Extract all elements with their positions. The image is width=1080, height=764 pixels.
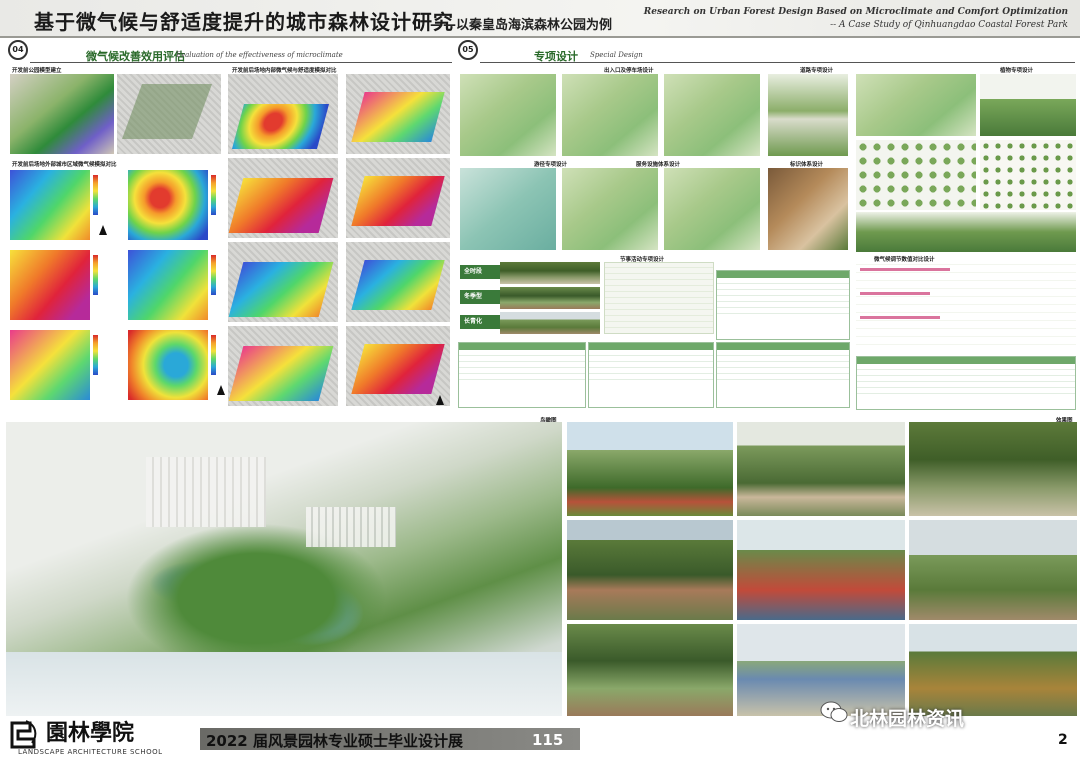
event-photo-3 <box>500 312 600 334</box>
caption-road: 道路专项设计 <box>800 68 834 74</box>
heatmap-outside-4 <box>128 250 208 320</box>
caption-signage: 标识体系设计 <box>790 162 824 168</box>
caption-scheme-compare: 开发前后场地内部微气候与舒适度模拟对比 <box>232 68 337 74</box>
north-arrow-icon <box>217 385 225 395</box>
page-number: 115 <box>532 731 564 749</box>
section-04-en-title: Evaluation of the effectiveness of micro… <box>176 51 343 59</box>
heatmap-outside-6 <box>128 330 208 400</box>
panel-inner-map-4 <box>228 326 338 406</box>
band-winter: 冬季型 <box>460 290 500 304</box>
panel-park-model-before <box>10 74 114 154</box>
poster-subtitle: ——以秦皇岛海滨森林公园为例 <box>430 18 613 33</box>
plan-entrance-1 <box>460 74 556 156</box>
planting-section <box>980 74 1076 136</box>
band-evergreen: 长青化 <box>460 315 500 329</box>
effect-photo-picnic <box>909 624 1077 716</box>
wechat-icon <box>820 701 848 722</box>
effect-photo-forest-path <box>909 422 1077 516</box>
microclimate-formula-panel <box>856 262 1076 352</box>
section-05-divider <box>480 62 1075 63</box>
panel-park-model-after <box>117 74 221 154</box>
english-title: Research on Urban Forest Design Based on… <box>643 7 1068 17</box>
heatmap-outside-3 <box>10 250 90 320</box>
school-english-name: LANDSCAPE ARCHITECTURE SCHOOL <box>18 748 163 756</box>
wechat-account-name: 北林园林资讯 <box>850 708 965 730</box>
event-photo-2 <box>500 287 600 309</box>
north-arrow-icon <box>436 395 444 405</box>
effect-photo-woodland <box>567 624 733 716</box>
plan-facility <box>562 168 658 250</box>
section-04-divider <box>30 62 452 63</box>
event-schedule-table <box>604 262 714 334</box>
panel-inner-map-6 <box>346 158 450 238</box>
section-04-number: 04 <box>8 40 28 60</box>
caption-outside-compare: 开发前后场地外部城市区域微气候模拟对比 <box>12 162 117 168</box>
north-arrow-icon <box>99 225 107 235</box>
plan-service <box>664 168 760 250</box>
panel-inner-map-8 <box>346 326 450 406</box>
panel-inner-map-2 <box>228 158 338 238</box>
corner-number: 2 <box>1058 732 1068 748</box>
signage-samples <box>768 168 848 250</box>
panel-inner-map-7 <box>346 242 450 322</box>
caption-entrance: 出入口及停车场设计 <box>604 68 654 74</box>
caption-route: 游径专项设计 <box>534 162 568 168</box>
effect-photo-lawn <box>737 422 905 516</box>
poster-header: 基于微气候与舒适度提升的城市森林设计研究 ——以秦皇岛海滨森林公园为例 Rese… <box>0 0 1080 38</box>
road-section-drawings <box>768 74 848 156</box>
legend-bar-5 <box>93 335 98 375</box>
heatmap-outside-5 <box>10 330 90 400</box>
legend-bar-4 <box>211 255 216 295</box>
legend-bar-2 <box>211 175 216 215</box>
band-all-time: 全时段 <box>460 265 500 279</box>
city-buildings <box>306 507 396 547</box>
exhibition-title: 2022 届风景园林专业硕士毕业设计展 <box>206 732 463 750</box>
plant-species-table <box>980 140 1076 210</box>
stats-table-capacity <box>856 356 1076 410</box>
stats-table-pmv <box>716 342 850 408</box>
plan-route <box>460 168 556 250</box>
caption-facility: 服务设施体系设计 <box>636 162 681 168</box>
caption-planting: 植物专项设计 <box>1000 68 1034 74</box>
panel-inner-map-5 <box>346 74 450 154</box>
heatmap-outside-2 <box>128 170 208 240</box>
panel-inner-map-1 <box>228 74 338 154</box>
english-subtitle: -- A Case Study of Qinhuangdao Coastal F… <box>830 20 1068 30</box>
stats-table-wind <box>716 270 850 340</box>
poster-title: 基于微气候与舒适度提升的城市森林设计研究 <box>34 10 454 34</box>
panel-inner-map-3 <box>228 242 338 322</box>
effect-photo-fitness <box>909 520 1077 620</box>
sea-shore <box>6 652 562 716</box>
caption-model: 开发前公园模型建立 <box>12 68 62 74</box>
plan-planting <box>856 74 976 136</box>
section-05-number: 05 <box>458 40 478 60</box>
effect-photo-cycling <box>567 422 733 516</box>
heatmap-outside-1 <box>10 170 90 240</box>
aerial-rendering <box>6 422 562 716</box>
school-logo-icon <box>10 720 37 749</box>
effect-photo-basketball <box>737 520 905 620</box>
planting-elevation <box>856 212 1076 252</box>
plant-species-grid <box>856 140 976 210</box>
legend-bar-1 <box>93 175 98 215</box>
stats-table-temperature <box>458 342 586 408</box>
city-buildings <box>146 457 266 527</box>
school-name: 園林學院 <box>46 720 135 746</box>
legend-bar-6 <box>211 335 216 375</box>
event-photo-1 <box>500 262 600 284</box>
stats-table-humidity <box>588 342 714 408</box>
effect-photo-playground <box>567 520 733 620</box>
section-05-en-title: Special Design <box>590 51 643 59</box>
plan-entrance-2 <box>562 74 658 156</box>
plan-entrance-3 <box>664 74 760 156</box>
legend-bar-3 <box>93 255 98 295</box>
